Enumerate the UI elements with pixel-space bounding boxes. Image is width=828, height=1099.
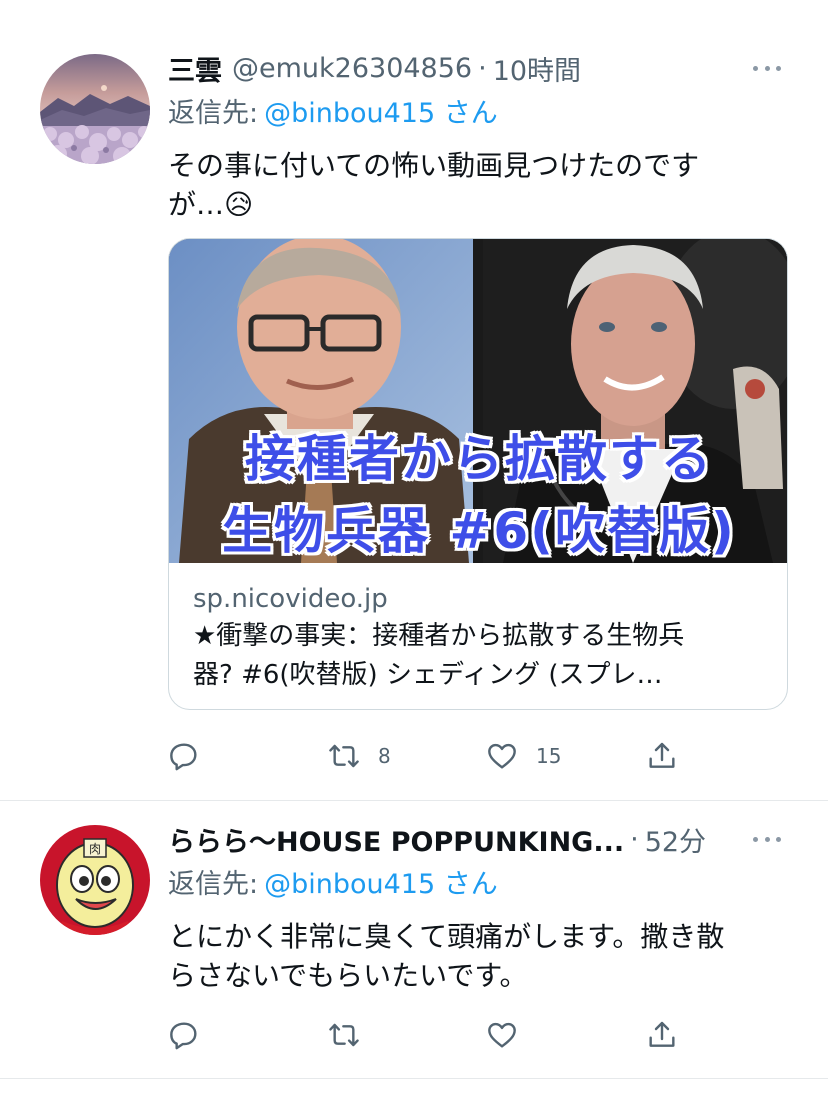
display-name[interactable]: 三雲	[168, 49, 222, 88]
reply-button[interactable]	[168, 736, 218, 776]
reply-prefix: 返信先:	[168, 869, 259, 900]
share-icon	[649, 742, 675, 768]
like-button[interactable]: 15	[486, 736, 561, 776]
tweet-header: ららら〜HOUSE POPPUNKING... · 52分	[168, 820, 788, 859]
reply-to-link[interactable]: @binbou415 さん	[264, 869, 498, 900]
card-title-line: 器? #6(吹替版) シェディング (スプレ…	[193, 660, 663, 690]
avatar[interactable]	[40, 54, 150, 164]
retweet-count: 8	[378, 744, 391, 768]
like-count: 15	[536, 744, 562, 768]
tweet[interactable]: 肉 ららら〜HOUSE POPPUNKING... · 52分 返信先: @bin…	[0, 801, 828, 1079]
tweet-content: ららら〜HOUSE POPPUNKING... · 52分 返信先: @binbo…	[168, 821, 788, 995]
share-button[interactable]	[646, 1015, 678, 1055]
retweet-button[interactable]	[328, 1015, 378, 1055]
user-handle[interactable]: @emuk26304856	[232, 53, 472, 84]
card-title: ★衝撃の事実：接種者から拡散する生物兵 器? #6(吹替版) シェディング (ス…	[193, 617, 765, 695]
reply-icon	[170, 743, 197, 771]
like-icon	[488, 1022, 516, 1048]
tweet-divider	[0, 1078, 828, 1079]
display-name[interactable]: ららら〜HOUSE POPPUNKING...	[168, 820, 624, 859]
retweet-icon	[329, 1023, 359, 1047]
tweet-text: とにかく非常に臭くて頭痛がします。撒き散 らさないでもらいたいです。	[168, 917, 788, 995]
svg-text:肉: 肉	[89, 842, 101, 856]
card-title-line: ★衝撃の事実：接種者から拡散する生物兵	[193, 621, 685, 651]
tweet-header: 三雲 @emuk26304856 · 10時間	[168, 49, 788, 88]
card-domain: sp.nicovideo.jp	[193, 584, 388, 614]
share-icon	[649, 1021, 675, 1047]
separator-dot: ·	[478, 52, 487, 84]
reply-context: 返信先: @binbou415 さん	[168, 867, 788, 903]
avatar[interactable]: 肉	[40, 825, 150, 935]
tweet-text-line: らさないでもらいたいです。	[168, 959, 528, 992]
card-thumbnail: 接種者から拡散する 生物兵器 #6(吹替版)	[169, 239, 787, 563]
reply-context: 返信先: @binbou415 さん	[168, 96, 788, 132]
reply-icon	[170, 1022, 197, 1050]
landscape-sakura-avatar-icon	[40, 54, 150, 164]
tweet-content: 三雲 @emuk26304856 · 10時間 返信先: @binbou415 さ…	[168, 50, 788, 710]
timestamp[interactable]: 10時間	[493, 49, 581, 88]
tweet-text-line: が…😥	[168, 188, 254, 221]
reply-to-link[interactable]: @binbou415 さん	[264, 98, 498, 129]
separator-dot: ·	[630, 823, 639, 855]
timestamp[interactable]: 52分	[645, 820, 706, 859]
tweet-text-line: その事に付いての怖い動画見つけたのです	[168, 149, 700, 182]
reply-button[interactable]	[168, 1015, 218, 1055]
thumbnail-caption-line: 生物兵器 #6(吹替版)	[222, 502, 736, 560]
reply-prefix: 返信先:	[168, 98, 259, 129]
link-card[interactable]: 接種者から拡散する 生物兵器 #6(吹替版) sp.nicovideo.jp ★…	[168, 238, 788, 710]
tweet-text: その事に付いての怖い動画見つけたのです が…😥	[168, 146, 788, 224]
like-icon	[488, 743, 516, 769]
more-icon[interactable]	[750, 56, 784, 80]
retweet-button[interactable]: 8	[328, 736, 391, 776]
tweet[interactable]: 三雲 @emuk26304856 · 10時間 返信先: @binbou415 さ…	[0, 0, 828, 800]
more-icon[interactable]	[750, 827, 784, 851]
tweet-actions: 8 15	[168, 736, 788, 776]
card-meta: sp.nicovideo.jp ★衝撃の事実：接種者から拡散する生物兵 器? #…	[169, 563, 787, 695]
like-button[interactable]	[486, 1015, 536, 1055]
share-button[interactable]	[646, 736, 678, 776]
tweet-text-line: とにかく非常に臭くて頭痛がします。撒き散	[168, 920, 725, 953]
cartoon-face-avatar-icon: 肉	[40, 825, 150, 935]
retweet-icon	[329, 744, 359, 768]
tweet-actions	[168, 1015, 788, 1055]
thumbnail-caption-line: 接種者から拡散する	[245, 430, 713, 488]
